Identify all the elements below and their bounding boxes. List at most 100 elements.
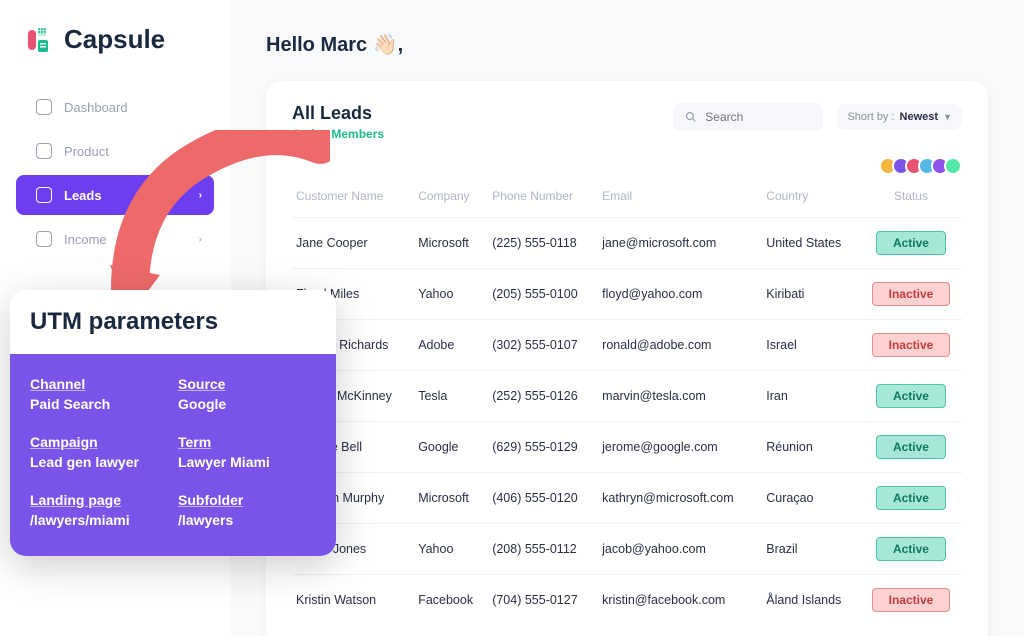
- logo-text: Capsule: [64, 24, 165, 55]
- search-icon: [685, 110, 697, 124]
- cell-country: Iran: [762, 371, 860, 422]
- utm-item: Channel Paid Search: [30, 376, 168, 412]
- table-row[interactable]: Ronald Richards Adobe (302) 555-0107 ron…: [292, 320, 962, 371]
- cell-phone: (704) 555-0127: [488, 575, 598, 626]
- search-box[interactable]: [673, 103, 823, 131]
- card-subtitle[interactable]: Active Members: [292, 127, 384, 141]
- search-input[interactable]: [705, 110, 811, 124]
- utm-value: /lawyers: [178, 512, 316, 528]
- sort-prefix: Short by :: [847, 111, 894, 123]
- utm-parameters-panel: UTM parameters ChannelPaid SearchSourceG…: [10, 290, 336, 556]
- cell-country: Réunion: [762, 422, 860, 473]
- utm-value: /lawyers/miami: [30, 512, 168, 528]
- cell-email: floyd@yahoo.com: [598, 269, 762, 320]
- column-header: Customer Name: [292, 181, 414, 218]
- cell-country: United States: [762, 218, 860, 269]
- cell-email: kristin@facebook.com: [598, 575, 762, 626]
- cell-status: Active: [860, 524, 962, 575]
- cell-country: Brazil: [762, 524, 860, 575]
- table-row[interactable]: Jerome Bell Google (629) 555-0129 jerome…: [292, 422, 962, 473]
- utm-label: Subfolder: [178, 492, 316, 508]
- status-badge: Inactive: [872, 333, 951, 357]
- sidebar-item-product[interactable]: Product: [16, 131, 214, 171]
- table-row[interactable]: Kathryn Murphy Microsoft (406) 555-0120 …: [292, 473, 962, 524]
- cell-phone: (302) 555-0107: [488, 320, 598, 371]
- main: Hello Marc 👋🏻, All Leads Active Members …: [230, 0, 1024, 636]
- cell-company: Yahoo: [414, 524, 488, 575]
- column-header: Phone Number: [488, 181, 598, 218]
- leads-card: All Leads Active Members Short by : Newe…: [266, 81, 988, 636]
- cell-email: ronald@adobe.com: [598, 320, 762, 371]
- nav-icon: [36, 99, 52, 115]
- avatar[interactable]: [944, 157, 962, 175]
- cell-status: Active: [860, 371, 962, 422]
- utm-item: Term Lawyer Miami: [178, 434, 316, 470]
- cell-country: Kiribati: [762, 269, 860, 320]
- status-badge: Inactive: [872, 588, 951, 612]
- cell-phone: (629) 555-0129: [488, 422, 598, 473]
- column-header: Status: [860, 181, 962, 218]
- cell-status: Active: [860, 473, 962, 524]
- cell-email: jerome@google.com: [598, 422, 762, 473]
- table-row[interactable]: Jane Cooper Microsoft (225) 555-0118 jan…: [292, 218, 962, 269]
- cell-status: Active: [860, 218, 962, 269]
- column-header: Email: [598, 181, 762, 218]
- logo: Capsule: [0, 24, 230, 83]
- cell-country: Åland Islands: [762, 575, 860, 626]
- status-badge: Active: [876, 384, 946, 408]
- cell-phone: (208) 555-0112: [488, 524, 598, 575]
- utm-item: Source Google: [178, 376, 316, 412]
- utm-value: Lead gen lawyer: [30, 454, 168, 470]
- utm-label: Campaign: [30, 434, 168, 450]
- avatars-stack: [292, 157, 962, 175]
- cell-status: Inactive: [860, 320, 962, 371]
- cell-company: Facebook: [414, 575, 488, 626]
- cell-phone: (225) 555-0118: [488, 218, 598, 269]
- cell-status: Inactive: [860, 269, 962, 320]
- sidebar-item-leads[interactable]: Leads ›: [16, 175, 214, 215]
- cell-email: marvin@tesla.com: [598, 371, 762, 422]
- utm-label: Source: [178, 376, 316, 392]
- cell-email: jacob@yahoo.com: [598, 524, 762, 575]
- cell-company: Microsoft: [414, 473, 488, 524]
- utm-value: Google: [178, 396, 316, 412]
- cell-phone: (406) 555-0120: [488, 473, 598, 524]
- status-badge: Inactive: [872, 282, 951, 306]
- cell-country: Israel: [762, 320, 860, 371]
- logo-icon: [28, 26, 56, 54]
- greeting: Hello Marc 👋🏻,: [266, 32, 988, 57]
- utm-label: Landing page: [30, 492, 168, 508]
- table-row[interactable]: Marvin McKinney Tesla (252) 555-0126 mar…: [292, 371, 962, 422]
- sort-value: Newest: [900, 111, 939, 123]
- utm-item: Subfolder/lawyers: [178, 492, 316, 528]
- utm-value: Lawyer Miami: [178, 454, 316, 470]
- status-badge: Active: [876, 435, 946, 459]
- cell-company: Adobe: [414, 320, 488, 371]
- nav-label: Leads: [64, 188, 102, 203]
- card-title: All Leads: [292, 103, 384, 124]
- table-row[interactable]: Jacob Jones Yahoo (208) 555-0112 jacob@y…: [292, 524, 962, 575]
- table-row[interactable]: Floyd Miles Yahoo (205) 555-0100 floyd@y…: [292, 269, 962, 320]
- utm-label: Term: [178, 434, 316, 450]
- table-row[interactable]: Kristin Watson Facebook (704) 555-0127 k…: [292, 575, 962, 626]
- leads-table: Customer NameCompanyPhone NumberEmailCou…: [292, 181, 962, 625]
- nav-icon: [36, 187, 52, 203]
- cell-phone: (205) 555-0100: [488, 269, 598, 320]
- sort-dropdown[interactable]: Short by : Newest ▼: [837, 104, 962, 130]
- status-badge: Active: [876, 486, 946, 510]
- cell-status: Inactive: [860, 575, 962, 626]
- chevron-right-icon: ›: [199, 234, 202, 245]
- cell-email: jane@microsoft.com: [598, 218, 762, 269]
- utm-label: Channel: [30, 376, 168, 392]
- cell-name: Kristin Watson: [292, 575, 414, 626]
- cell-company: Yahoo: [414, 269, 488, 320]
- column-header: Country: [762, 181, 860, 218]
- utm-value: Paid Search: [30, 396, 168, 412]
- sidebar-item-dashboard[interactable]: Dashboard: [16, 87, 214, 127]
- cell-company: Google: [414, 422, 488, 473]
- cell-email: kathryn@microsoft.com: [598, 473, 762, 524]
- chevron-down-icon: ▼: [943, 112, 952, 122]
- sidebar-item-income[interactable]: Income›: [16, 219, 214, 259]
- cell-country: Curaçao: [762, 473, 860, 524]
- chevron-right-icon: ›: [199, 190, 202, 201]
